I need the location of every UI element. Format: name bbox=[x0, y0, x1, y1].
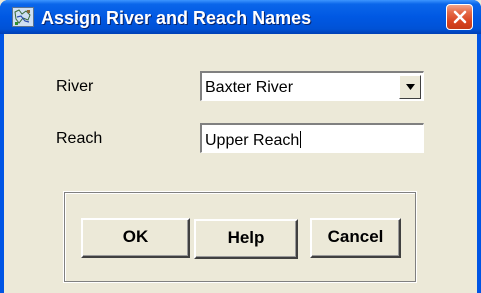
dialog-body: River Baxter River Reach Upper Reach OK … bbox=[4, 34, 477, 293]
help-button[interactable]: Help bbox=[194, 219, 298, 259]
reach-input[interactable]: Upper Reach bbox=[200, 123, 424, 153]
text-caret bbox=[300, 131, 302, 148]
reach-input-value: Upper Reach bbox=[205, 131, 302, 149]
button-group: OK Help Cancel bbox=[63, 191, 417, 283]
title-bar[interactable]: Assign River and Reach Names bbox=[0, 0, 481, 34]
close-button[interactable] bbox=[446, 4, 473, 30]
window-title: Assign River and Reach Names bbox=[41, 8, 312, 28]
app-icon bbox=[12, 7, 34, 27]
dialog-window: Assign River and Reach Names River Baxte… bbox=[0, 0, 481, 293]
chevron-down-icon bbox=[405, 84, 415, 90]
ok-button[interactable]: OK bbox=[81, 218, 190, 258]
river-dropdown[interactable]: Baxter River bbox=[200, 71, 424, 101]
river-selected-value: Baxter River bbox=[205, 79, 294, 96]
river-label: River bbox=[56, 78, 94, 95]
reach-label: Reach bbox=[56, 130, 103, 147]
cancel-button[interactable]: Cancel bbox=[310, 218, 401, 258]
close-icon bbox=[453, 10, 466, 24]
river-dropdown-button[interactable] bbox=[399, 75, 421, 99]
